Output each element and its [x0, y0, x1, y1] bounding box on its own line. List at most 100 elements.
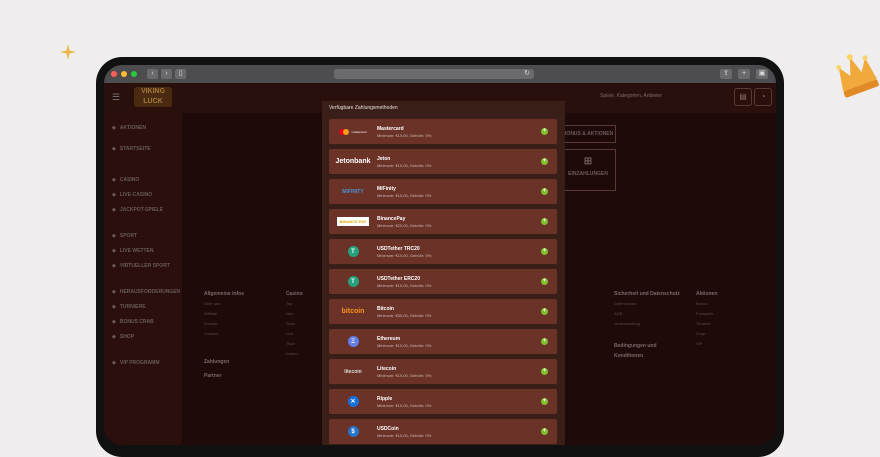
payment-method-limit: Minimum: €10,00, Gebühr: 0% — [377, 193, 432, 198]
user-icon[interactable]: ◔ — [754, 88, 772, 106]
add-payment-plus-icon[interactable]: + — [541, 338, 548, 345]
payment-logo-text: Jetonbank — [335, 158, 371, 165]
sidebar-item[interactable]: ◆ LIVE-CASINO — [112, 192, 152, 198]
footer-link[interactable]: Top — [286, 299, 303, 309]
footer-link[interactable]: Verantwortung — [614, 319, 684, 329]
sidebar-item[interactable]: ◆ TURNIERE — [112, 304, 145, 310]
sidebar-item-label: BONUS CRAB — [119, 319, 154, 325]
sidebar-item-label: HERAUSFORDERUNGEN — [119, 289, 181, 295]
sidebar-item-label: AKTIONEN — [119, 125, 146, 131]
payment-method-name: Ethereum — [377, 336, 401, 342]
sidebar-item[interactable]: ◆ STARTSEITE — [112, 146, 151, 152]
footer-link[interactable]: Datenschutz — [614, 299, 684, 309]
browser-toolbar: ‹ › ▯ ↻ ⇪ + ▣ — [104, 65, 776, 83]
sidebar-item[interactable]: ◆ SHOP — [112, 334, 134, 340]
payment-method-card[interactable]: ✕ Ripple Minimum: €10,00, Gebühr: 0% + — [329, 389, 557, 414]
footer-heading[interactable]: Zahlungen — [204, 357, 244, 367]
footer-link[interactable]: Cookies — [204, 329, 244, 339]
add-payment-plus-icon[interactable]: + — [541, 128, 548, 135]
add-payment-plus-icon[interactable]: + — [541, 308, 548, 315]
footer-link[interactable]: Freispiele — [696, 309, 717, 319]
crab-icon: ◆ — [112, 319, 116, 325]
payment-method-card[interactable]: T USDTether ERC20 Minimum: €10,00, Gebühr:… — [329, 269, 557, 294]
reload-icon[interactable]: ↻ — [524, 69, 530, 79]
add-payment-plus-icon[interactable]: + — [541, 398, 548, 405]
footer-link[interactable]: Bonus — [696, 299, 717, 309]
payment-method-limit: Minimum: €10,00, Gebühr: 0% — [377, 283, 432, 288]
payment-method-limit: Minimum: €10,00, Gebühr: 0% — [377, 253, 432, 258]
payment-logo: litecoin — [333, 364, 373, 379]
payment-method-card[interactable]: mastercard Mastercard Minimum: €10,00, Geb… — [329, 119, 557, 144]
payment-method-limit: Minimum: €10,00, Gebühr: 0% — [377, 373, 432, 378]
new-tab-icon[interactable]: + — [738, 69, 750, 79]
payment-method-name: Mastercard — [377, 126, 404, 132]
sidebar-item[interactable]: ◆ HERAUSFORDERUNGEN — [112, 289, 180, 295]
payment-method-card[interactable]: litecoin Litecoin Minimum: €10,00, Gebühr:… — [329, 359, 557, 384]
payment-method-name: Ripple — [377, 396, 393, 402]
footer-link[interactable]: VIP — [696, 339, 717, 349]
payment-logo-text: bitcoin — [341, 308, 365, 315]
sidebar-item[interactable]: ◆ SPORT — [112, 233, 137, 239]
forward-icon[interactable]: › — [161, 69, 172, 79]
sidebar-item[interactable]: ◆ VIRTUELLER SPORT — [112, 263, 170, 269]
footer-link[interactable]: Live — [286, 329, 303, 339]
payment-method-card[interactable]: Ξ Ethereum Minimum: €10,00, Gebühr: 0% + — [329, 329, 557, 354]
sidebar-toggle-icon[interactable]: ▯ — [175, 69, 186, 79]
sidebar-item[interactable]: ◆ VIP PROGRAMM — [112, 360, 160, 366]
site-logo[interactable]: VIKING LUCK — [134, 87, 172, 107]
sidebar-item[interactable]: ◆ CASINO — [112, 177, 139, 183]
maximize-window-button[interactable] — [131, 71, 137, 77]
sidebar-item[interactable]: ◆ AKTIONEN — [112, 125, 146, 131]
sidebar-item-label: VIP PROGRAMM — [119, 360, 160, 366]
footer-link[interactable]: Karten — [286, 349, 303, 359]
footer-link[interactable]: Turniere — [696, 319, 717, 329]
payment-method-card[interactable]: bitcoin Bitcoin Minimum: €30,00, Gebühr: 0… — [329, 299, 557, 324]
footer-heading[interactable]: Partner — [204, 371, 244, 381]
live-icon: ◆ — [112, 192, 116, 198]
coin-logo-icon: ✕ — [347, 396, 359, 407]
menu-icon[interactable]: ☰ — [112, 92, 120, 103]
footer-link[interactable]: Affiliate — [204, 309, 244, 319]
payment-method-card[interactable]: Jetonbank Jeton Minimum: €10,00, Gebühr: 0… — [329, 149, 557, 174]
payment-method-limit: Minimum: €30,00, Gebühr: 0% — [377, 313, 432, 318]
payment-method-card[interactable]: T USDTether TRC20 Minimum: €10,00, Gebühr:… — [329, 239, 557, 264]
footer-link[interactable]: Tisch — [286, 339, 303, 349]
footer-link[interactable]: Kontakt — [204, 319, 244, 329]
add-payment-plus-icon[interactable]: + — [541, 368, 548, 375]
payment-method-name: USDTether TRC20 — [377, 246, 420, 252]
footer-col-promos: Aktionen Bonus Freispiele Turniere Shop VIP — [696, 289, 717, 349]
payment-method-card[interactable]: BINANCE PAY BinancePay Minimum: €20,00, Ge… — [329, 209, 557, 234]
search-input[interactable]: Spiele, Kategorien, Anbieter — [600, 93, 662, 99]
payment-logo: Jetonbank — [333, 154, 373, 169]
footer-link[interactable]: Shop — [696, 329, 717, 339]
payment-method-name: MiFinity — [377, 186, 396, 192]
sidebar-item[interactable]: ◆ LIVE WETTEN — [112, 248, 153, 254]
add-payment-plus-icon[interactable]: + — [541, 278, 548, 285]
wallet-icon[interactable]: ▤ — [734, 88, 752, 106]
minimize-window-button[interactable] — [121, 71, 127, 77]
add-payment-plus-icon[interactable]: + — [541, 218, 548, 225]
trophy-icon: ◆ — [112, 304, 116, 310]
footer-link[interactable]: Über uns — [204, 299, 244, 309]
footer-link[interactable]: Neu — [286, 309, 303, 319]
crown-icon: ◆ — [112, 360, 116, 366]
tabs-overview-icon[interactable]: ▣ — [756, 69, 768, 79]
add-payment-plus-icon[interactable]: + — [541, 158, 548, 165]
deposits-button[interactable]: ⊞ EINZAHLUNGEN — [560, 149, 616, 191]
footer-heading[interactable]: Bedingungen und Konditionen — [614, 341, 684, 361]
laptop-frame: ‹ › ▯ ↻ ⇪ + ▣ ☰ VIKING LUCK Spiele, Kate… — [96, 57, 784, 457]
crown-decoration-icon — [836, 54, 879, 98]
promotions-button[interactable]: BONUS & AKTIONEN — [560, 125, 616, 143]
add-payment-plus-icon[interactable]: + — [541, 188, 548, 195]
close-window-button[interactable] — [111, 71, 117, 77]
sidebar-item[interactable]: ◆ BONUS CRAB — [112, 319, 154, 325]
footer-link[interactable]: Slots — [286, 319, 303, 329]
footer-link[interactable]: AGB — [614, 309, 684, 319]
add-payment-plus-icon[interactable]: + — [541, 248, 548, 255]
back-icon[interactable]: ‹ — [147, 69, 158, 79]
payment-method-card[interactable]: MIFINITY MiFinity Minimum: €10,00, Gebühr:… — [329, 179, 557, 204]
share-icon[interactable]: ⇪ — [720, 69, 732, 79]
payment-logo: bitcoin — [333, 304, 373, 319]
sidebar-item[interactable]: ◆ JACKPOT-SPIELE — [112, 207, 163, 213]
address-bar[interactable]: ↻ — [334, 69, 534, 79]
